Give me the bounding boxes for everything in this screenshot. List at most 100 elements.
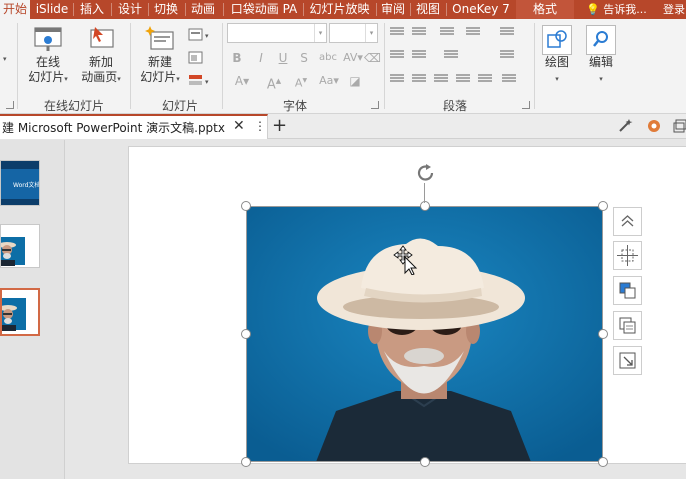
font-size-combo[interactable]: ▾ bbox=[329, 23, 378, 43]
new-slide-button[interactable]: 新建 幻灯片▾ bbox=[134, 23, 186, 93]
new-tab-button[interactable]: + bbox=[272, 115, 287, 136]
tab-islide[interactable]: iSlide bbox=[33, 0, 71, 19]
selected-picture[interactable] bbox=[246, 206, 603, 462]
resize-handle-bottom-left[interactable] bbox=[241, 457, 251, 467]
resize-handle-top-right[interactable] bbox=[598, 201, 608, 211]
collapse-layout-options-button[interactable] bbox=[613, 207, 642, 236]
list-levels-icon[interactable] bbox=[390, 50, 404, 62]
crop-resize-tool[interactable] bbox=[613, 346, 642, 375]
tab-review[interactable]: 审阅 bbox=[379, 0, 407, 19]
reset-slide-button[interactable] bbox=[188, 50, 212, 66]
chevron-down-icon: ▾ bbox=[599, 75, 603, 83]
resize-handle-left[interactable] bbox=[241, 329, 251, 339]
layout-button[interactable]: ▾ bbox=[188, 27, 212, 43]
close-icon[interactable]: ✕ bbox=[233, 118, 245, 134]
align-left-icon[interactable] bbox=[390, 74, 404, 86]
resize-handle-right[interactable] bbox=[598, 329, 608, 339]
document-tab[interactable]: 建 Microsoft PowerPoint 演示文稿.pptx ✕ ⋮ bbox=[0, 114, 268, 139]
clipboard-launcher-icon[interactable] bbox=[6, 101, 14, 109]
chevron-down-icon: ▾ bbox=[555, 75, 559, 83]
justify-icon[interactable] bbox=[456, 74, 470, 86]
align-center-icon[interactable] bbox=[412, 74, 426, 86]
tab-view[interactable]: 视图 bbox=[413, 0, 443, 19]
increase-indent-icon[interactable] bbox=[412, 50, 426, 62]
window-restore-icon[interactable] bbox=[672, 118, 686, 134]
change-case-icon[interactable]: Aa▾ bbox=[318, 72, 340, 90]
tab-divider bbox=[148, 3, 149, 16]
clear-format-icon[interactable]: ⌫ bbox=[364, 49, 381, 67]
underline-button[interactable]: U bbox=[276, 49, 290, 67]
char-spacing-icon[interactable]: AV▾ bbox=[342, 49, 364, 67]
editing-label: 编辑 bbox=[588, 55, 613, 69]
strikethrough-icon[interactable]: abc bbox=[318, 49, 338, 67]
align-right-icon[interactable] bbox=[434, 74, 448, 86]
bullets-icon[interactable] bbox=[390, 27, 404, 39]
group-label-slides: 幻灯片 bbox=[161, 99, 198, 113]
chevron-down-icon: ▾ bbox=[64, 75, 68, 83]
drawing-button[interactable]: 绘图 ▾ bbox=[537, 23, 577, 93]
settings-gear-icon[interactable] bbox=[646, 118, 662, 134]
slide-thumbnail-2[interactable] bbox=[0, 224, 40, 268]
numbering-icon[interactable] bbox=[412, 27, 426, 39]
tab-slideshow[interactable]: 幻灯片放映 bbox=[306, 0, 373, 19]
tab-format[interactable]: 格式 bbox=[516, 0, 574, 19]
more-options-icon[interactable]: ⋮ bbox=[254, 119, 266, 133]
shadow-button[interactable]: S bbox=[297, 49, 311, 67]
resize-handle-top[interactable] bbox=[420, 201, 430, 211]
decrease-font-icon[interactable]: A▼ bbox=[290, 72, 312, 90]
document-tab-strip: 建 Microsoft PowerPoint 演示文稿.pptx ✕ ⋮ + bbox=[0, 114, 686, 139]
italic-button[interactable]: I bbox=[254, 49, 268, 67]
resize-handle-bottom[interactable] bbox=[420, 457, 430, 467]
align-text-icon[interactable] bbox=[500, 50, 514, 62]
columns-icon[interactable] bbox=[444, 50, 458, 62]
tab-insert[interactable]: 插入 bbox=[76, 0, 108, 19]
new-slide-label-1: 新建 bbox=[147, 55, 172, 69]
bold-button[interactable]: B bbox=[230, 49, 244, 67]
paragraph-launcher-icon[interactable] bbox=[522, 101, 530, 109]
slide-thumbnail-3[interactable] bbox=[0, 288, 40, 336]
tab-animations[interactable]: 动画 bbox=[187, 0, 219, 19]
tab-divider bbox=[185, 3, 186, 16]
font-color-icon[interactable]: A▾ bbox=[230, 72, 254, 90]
increase-font-icon[interactable]: A▲ bbox=[262, 72, 286, 92]
rotation-connector bbox=[424, 183, 425, 203]
arrange-tool[interactable] bbox=[613, 276, 642, 305]
font-name-combo[interactable]: ▾ bbox=[227, 23, 327, 43]
online-slides-button[interactable]: 在线 幻灯片▾ bbox=[22, 23, 74, 93]
distribute-icon[interactable] bbox=[478, 74, 492, 86]
document-title: 建 Microsoft PowerPoint 演示文稿.pptx bbox=[2, 121, 225, 135]
swap-picture-icon bbox=[619, 317, 636, 334]
new-slide-label-2: 幻灯片 bbox=[140, 70, 177, 84]
chevron-down-icon: ▾ bbox=[117, 75, 121, 83]
login-button[interactable]: 登录 bbox=[663, 0, 685, 19]
smartart-icon[interactable] bbox=[502, 74, 516, 86]
slide-thumbnail-1[interactable]: Word文档 bbox=[0, 160, 40, 206]
tell-me-search[interactable]: 💡 告诉我... bbox=[586, 0, 647, 19]
line-spacing-icon[interactable] bbox=[466, 27, 480, 39]
highlight-icon[interactable]: ◪ bbox=[344, 72, 366, 90]
tab-pocket-animation[interactable]: 口袋动画 PA bbox=[227, 0, 301, 19]
tab-design[interactable]: 设计 bbox=[114, 0, 146, 19]
double-chevron-up-icon bbox=[621, 215, 634, 227]
align-center-tool[interactable] bbox=[613, 241, 642, 270]
font-launcher-icon[interactable] bbox=[371, 101, 379, 109]
text-direction-icon[interactable] bbox=[500, 27, 514, 39]
rotate-handle-icon[interactable] bbox=[414, 162, 438, 184]
magic-wand-icon[interactable] bbox=[617, 118, 633, 134]
tab-divider bbox=[303, 3, 304, 16]
clipboard-dropdown-caret[interactable]: ▾ bbox=[3, 55, 7, 63]
resize-handle-top-left[interactable] bbox=[241, 201, 251, 211]
tab-onekey[interactable]: OneKey 7 bbox=[449, 0, 513, 19]
tab-home[interactable]: 开始 bbox=[0, 0, 30, 19]
decrease-indent-icon[interactable] bbox=[440, 27, 454, 39]
new-animation-page-button[interactable]: 新加 动画页▾ bbox=[75, 23, 127, 93]
resize-handle-bottom-right[interactable] bbox=[598, 457, 608, 467]
replace-picture-tool[interactable] bbox=[613, 311, 642, 340]
group-label-paragraph: 段落 bbox=[442, 99, 467, 113]
section-button[interactable]: ▾ bbox=[188, 72, 212, 90]
editing-button[interactable]: 编辑 ▾ bbox=[583, 23, 619, 93]
tab-transitions[interactable]: 切换 bbox=[150, 0, 182, 19]
new-animation-page-icon bbox=[85, 25, 117, 55]
ribbon: ▾ 在线 幻灯片▾ 新加 动画页▾ 在线幻灯片 新建 幻灯片▾ ▾ ▾ 幻灯片 … bbox=[0, 19, 686, 114]
drawing-label: 绘图 bbox=[544, 55, 569, 69]
